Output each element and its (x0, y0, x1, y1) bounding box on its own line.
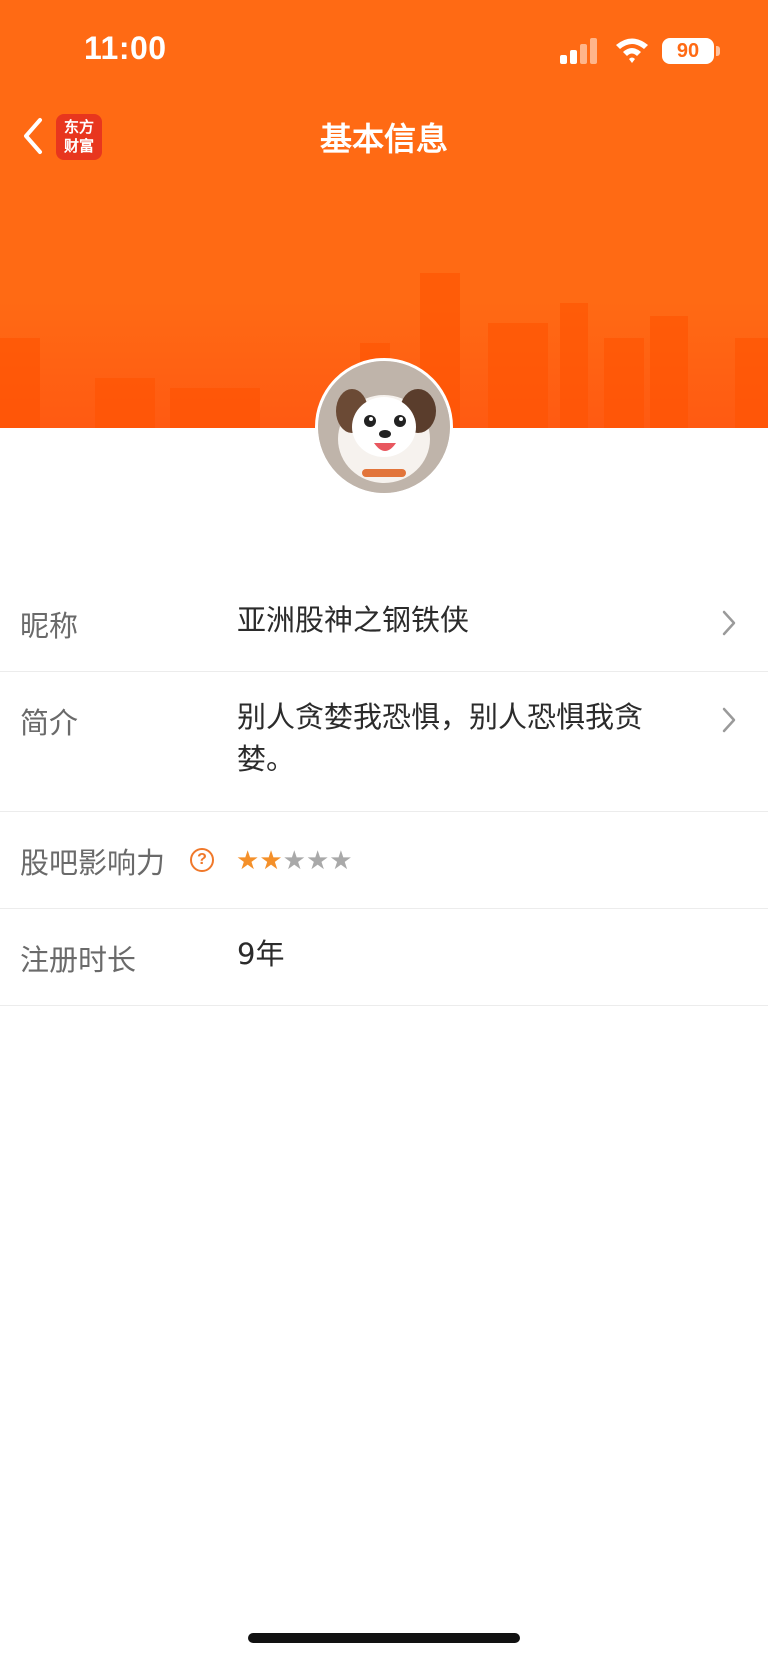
battery-tip (716, 46, 720, 56)
nickname-value: 亚洲股神之钢铁侠 (237, 603, 470, 637)
star-filled-icon: ★ (236, 846, 260, 876)
bio-label: 简介 (20, 706, 79, 740)
influence-label: 股吧影响力 (20, 846, 166, 880)
status-bar: 11:00 90 (0, 0, 768, 100)
nickname-row[interactable]: 昵称 亚洲股神之钢铁侠 (0, 575, 768, 672)
page-title: 基本信息 (319, 120, 448, 158)
registration-label: 注册时长 (20, 943, 137, 977)
nav-bar: 东方 财富 基本信息 (0, 104, 768, 168)
help-icon[interactable]: ? (190, 848, 214, 872)
star-empty-icon: ★ (282, 846, 306, 876)
bio-row[interactable]: 简介 别人贪婪我恐惧，别人恐惧我贪婪。 (0, 672, 768, 812)
dog-avatar-image (318, 361, 450, 493)
signal-icon (560, 38, 597, 64)
chevron-right-icon (722, 707, 736, 733)
star-empty-icon: ★ (329, 846, 353, 876)
registration-row: 注册时长 9年 (0, 909, 768, 1006)
status-time: 11:00 (84, 30, 167, 66)
home-indicator (248, 1633, 520, 1643)
influence-row: 股吧影响力 ? ★★★★★ (0, 812, 768, 909)
avatar[interactable] (315, 358, 453, 496)
info-list: 昵称 亚洲股神之钢铁侠 简介 别人贪婪我恐惧，别人恐惧我贪婪。 股吧影响力 ? … (0, 575, 768, 1006)
bio-value: 别人贪婪我恐惧，别人恐惧我贪婪。 (237, 700, 644, 776)
star-empty-icon: ★ (305, 846, 330, 876)
registration-value: 9年 (237, 937, 285, 971)
chevron-right-icon (722, 610, 736, 636)
wifi-icon (616, 38, 648, 63)
star-filled-icon: ★ (259, 846, 283, 876)
nickname-label: 昵称 (20, 609, 79, 643)
influence-stars: ★★★★★ (236, 846, 353, 876)
battery-icon: 90 (662, 38, 714, 64)
